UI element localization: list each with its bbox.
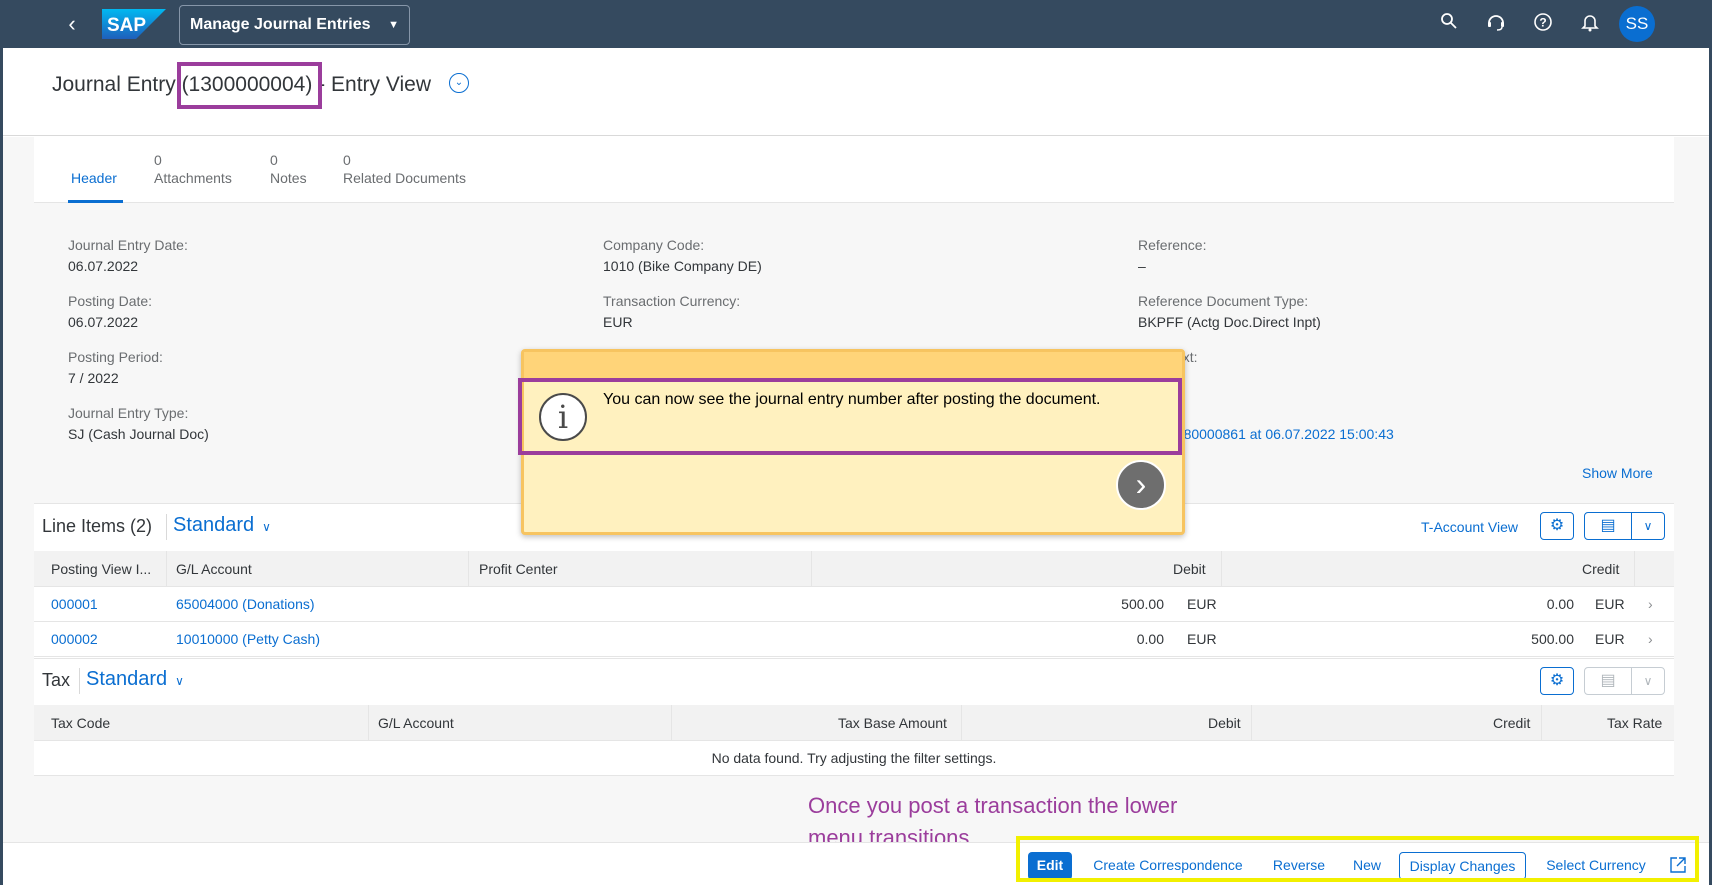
bell-icon[interactable]	[1578, 12, 1602, 36]
field-posting-date: Posting Date: 06.07.2022	[68, 293, 153, 330]
help-icon[interactable]: ?	[1531, 12, 1555, 36]
no-data-text: No data found. Try adjusting the filter …	[711, 750, 997, 766]
field-entered: d:9980000861 at 06.07.2022 15:00:43	[1168, 405, 1394, 442]
debit-amount: 500.00	[1121, 596, 1164, 612]
line-items-variant-select[interactable]: Standard ∨	[173, 514, 271, 537]
credit-currency: EUR	[1595, 631, 1625, 647]
tax-export-button[interactable]: ▤	[1584, 667, 1632, 695]
chevron-right-icon: ›	[1648, 596, 1653, 612]
page-title-suffix: - Entry View	[312, 73, 431, 96]
item-link: 000001	[51, 596, 98, 612]
tab-attachments-label: Attachments	[154, 170, 232, 186]
field-company-code: Company Code: 1010 (Bike Company DE)	[603, 237, 762, 274]
tax-settings-button[interactable]: ⚙	[1540, 667, 1574, 695]
footer-highlight	[1016, 836, 1699, 882]
field-journal-entry-type: Journal Entry Type: SJ (Cash Journal Doc)	[68, 405, 209, 442]
entered-link[interactable]: 9980000861 at 06.07.2022 15:00:43	[1168, 426, 1394, 442]
credit-amount: 0.00	[1546, 596, 1574, 612]
next-step-button[interactable]: ›	[1116, 460, 1166, 510]
entry-number-highlight	[177, 62, 322, 109]
field-posting-period: Posting Period: 7 / 2022	[68, 349, 163, 386]
field-journal-entry-date: Journal Entry Date: 06.07.2022	[68, 237, 188, 274]
export-menu-button[interactable]: ∨	[1631, 512, 1665, 540]
col-tax-base-amount: Tax Base Amount	[838, 715, 947, 731]
chevron-right-icon: ›	[1648, 631, 1653, 647]
tab-header[interactable]: Header	[71, 152, 117, 186]
tab-notes-label: Notes	[270, 170, 307, 186]
back-button[interactable]: ‹	[60, 12, 84, 36]
debit-amount: 0.00	[1136, 631, 1164, 647]
svg-text:?: ?	[1539, 16, 1546, 30]
tab-header-label: Header	[71, 170, 117, 186]
gl-account-link: 65004000 (Donations)	[176, 596, 315, 612]
tab-related-documents[interactable]: 0 Related Documents	[343, 152, 466, 186]
col-debit: Debit	[1173, 561, 1206, 577]
table-row[interactable]: 000002 10010000 (Petty Cash) 0.00 EUR 50…	[34, 622, 1674, 657]
shell-bar: ‹ SAP Manage Journal Entries ▼ ? SS	[0, 0, 1712, 48]
credit-currency: EUR	[1595, 596, 1625, 612]
title-separator	[79, 668, 80, 694]
debit-currency: EUR	[1187, 631, 1217, 647]
show-more-link[interactable]: Show More	[1582, 465, 1653, 481]
debit-currency: EUR	[1187, 596, 1217, 612]
field-reference-document-type: Reference Document Type: BKPFF (Actg Doc.…	[1138, 293, 1321, 330]
field-transaction-currency: Transaction Currency: EUR	[603, 293, 741, 330]
tab-attachments-count: 0	[154, 152, 162, 168]
tab-notes-count: 0	[270, 152, 278, 168]
sap-logo: SAP	[102, 9, 166, 39]
credit-amount: 500.00	[1531, 631, 1574, 647]
chevron-down-icon[interactable]: ⌄	[449, 73, 469, 93]
col-profit-center: Profit Center	[479, 561, 558, 577]
col-credit: Credit	[1582, 561, 1620, 577]
t-account-view-link[interactable]: T-Account View	[1421, 519, 1518, 535]
chevron-down-icon: ∨	[262, 520, 271, 534]
col-tax-rate: Tax Rate	[1607, 715, 1663, 731]
guided-tip-header	[524, 352, 1182, 380]
col-tax-debit: Debit	[1208, 715, 1241, 731]
col-tax-credit: Credit	[1493, 715, 1531, 731]
field-reference: Reference: –	[1138, 237, 1207, 274]
headset-icon[interactable]	[1484, 12, 1508, 36]
tax-header-row: Tax Code G/L Account Tax Base Amount Deb…	[34, 705, 1674, 741]
item-link: 000002	[51, 631, 98, 647]
tab-active-indicator	[68, 200, 123, 203]
col-tax-code: Tax Code	[51, 715, 111, 731]
line-items-title: Line Items (2)	[42, 516, 153, 536]
chevron-down-icon: ∨	[175, 674, 184, 688]
caret-down-icon: ▼	[388, 19, 399, 31]
tax-empty-row: No data found. Try adjusting the filter …	[34, 741, 1674, 776]
user-avatar[interactable]: SS	[1619, 6, 1655, 42]
tax-export-menu-button[interactable]: ∨	[1631, 667, 1665, 695]
col-tax-gl-account: G/L Account	[378, 715, 454, 731]
tab-attachments[interactable]: 0 Attachments	[154, 152, 232, 186]
tab-related-label: Related Documents	[343, 170, 466, 186]
page-title-prefix: Journal Entry	[52, 73, 182, 96]
table-row[interactable]: 000001 65004000 (Donations) 500.00 EUR 0…	[34, 587, 1674, 622]
export-button[interactable]: ▤	[1584, 512, 1632, 540]
app-title: Manage Journal Entries	[190, 16, 371, 33]
col-gl-account: G/L Account	[176, 561, 252, 577]
search-icon[interactable]	[1437, 12, 1461, 36]
col-posting-view-item: Posting View I...	[51, 561, 152, 577]
sap-logo-text: SAP	[107, 15, 146, 36]
app-title-menu[interactable]: Manage Journal Entries ▼	[179, 5, 410, 45]
settings-button[interactable]: ⚙	[1540, 512, 1574, 540]
tab-notes[interactable]: 0 Notes	[270, 152, 307, 186]
tab-related-count: 0	[343, 152, 351, 168]
tip-message: You can now see the journal entry number…	[603, 391, 1101, 408]
tax-variant-select[interactable]: Standard ∨	[86, 668, 184, 691]
tax-title: Tax	[42, 670, 71, 690]
title-separator	[166, 514, 167, 540]
line-items-header-row: Posting View I... G/L Account Profit Cen…	[34, 551, 1674, 587]
info-icon: i	[539, 393, 587, 441]
gl-account-link: 10010000 (Petty Cash)	[176, 631, 320, 647]
